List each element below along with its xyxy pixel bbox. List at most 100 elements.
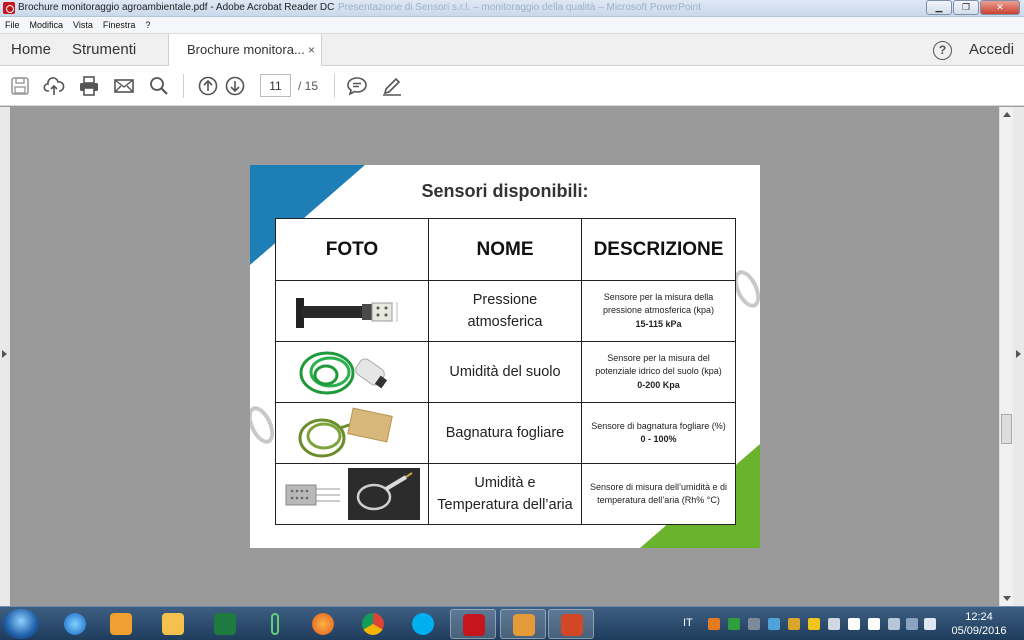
window-controls: ▁ ❐ ✕ [926,0,1020,15]
volume-icon[interactable] [924,618,936,630]
scroll-up-icon[interactable] [1003,112,1011,117]
ie-icon[interactable] [52,609,98,639]
pdf-page: Sensori disponibili: FOTO NOME DESCRIZIO… [250,165,760,548]
toolbar: / 15 [0,66,1024,106]
tray-icon[interactable] [808,618,820,630]
pressure-sensor-photo [282,284,422,338]
background-window-title: Presentazione di Sensori s.r.l. – monito… [338,2,701,13]
right-panel-toggle[interactable] [1013,107,1024,606]
search-icon[interactable] [148,75,170,97]
acrobat-icon[interactable] [450,609,496,639]
chrome-icon[interactable] [350,609,396,639]
acrobat-app-icon [3,2,15,14]
signin-button[interactable]: Accedi [969,34,1014,66]
network-icon[interactable] [888,618,900,630]
column-header-descrizione: DESCRIZIONE [581,218,736,281]
usb-icon[interactable] [252,609,298,639]
sensor-name-cell: Pressione atmosferica [428,280,582,342]
table-row: Umidità del suolo Sensore per la misura … [275,341,736,403]
photo-cell [275,280,429,342]
sensor-description-cell: Sensore di bagnatura fogliare (%) 0 - 10… [581,402,736,464]
page-total: / 15 [298,79,319,93]
arrow-down-icon[interactable] [224,75,246,97]
tab-document[interactable]: Brochure monitora... × [168,34,322,67]
print-icon[interactable] [78,75,100,97]
table-row: Pressione atmosferica Sensore per la mis… [275,280,736,342]
photo-cell [275,341,429,403]
sensor-range: 0-200 Kpa [637,379,680,390]
table-header-row: FOTO NOME DESCRIZIONE [275,218,736,281]
skype-icon[interactable] [400,609,446,639]
tray-icon[interactable] [768,618,780,630]
close-window-button[interactable]: ✕ [980,0,1020,15]
menu-bar: File Modifica Vista Finestra ? [0,17,1024,34]
excel-icon[interactable] [202,609,248,639]
title-bar: Brochure monitoraggio agroambientale.pdf… [0,0,1024,17]
page-heading: Sensori disponibili: [421,181,589,201]
window-title: Brochure monitoraggio agroambientale.pdf… [18,2,335,13]
tab-home[interactable]: Home [11,34,51,66]
left-panel-toggle[interactable] [0,107,10,606]
clock[interactable]: 12:24 05/09/2016 [944,610,1014,638]
photo-cell [275,463,429,525]
sensor-range: 0 - 100% [640,434,677,444]
sensor-name-cell: Umidità e Temperatura dell’aria [428,463,582,525]
tab-strumenti[interactable]: Strumenti [72,34,136,66]
sensor-name-cell: Bagnatura fogliare [428,402,582,464]
sensor-description-cell: Sensore per la misura del potenziale idr… [581,341,736,403]
email-icon[interactable] [113,75,135,97]
taskbar: IT 12:24 05/09/2016 [0,606,1024,640]
paint-icon[interactable] [500,609,546,639]
menu-help[interactable]: ? [145,17,150,33]
menu-file[interactable]: File [5,17,20,33]
toolbar-separator [183,74,184,98]
tray-icon[interactable] [748,618,760,630]
save-icon[interactable] [9,75,31,97]
sensor-range: 15-115 kPa [635,318,682,329]
powerpoint-icon[interactable] [548,609,594,639]
tab-document-label: Brochure monitora... [187,42,305,57]
scroll-thumb[interactable] [1001,414,1012,444]
arrow-up-icon[interactable] [197,75,219,97]
table-row: Umidità e Temperatura dell’aria Sensore … [275,463,736,525]
sensor-description-cell: Sensore di misura dell’umidità e di temp… [581,463,736,525]
pen-icon[interactable] [381,75,403,97]
help-icon[interactable]: ? [933,41,952,60]
air-humidity-temperature-sensor-photo [282,467,422,521]
menu-finestra[interactable]: Finestra [103,17,136,33]
firefox-icon[interactable] [300,609,346,639]
tab-bar: Home Strumenti Brochure monitora... × ? … [0,34,1024,67]
signal-icon[interactable] [848,618,860,630]
language-indicator[interactable]: IT [683,617,693,629]
soil-moisture-sensor-photo [282,345,422,399]
upload-icon[interactable] [43,75,65,97]
sensor-name-cell: Umidità del suolo [428,341,582,403]
page-number-input[interactable] [260,74,291,97]
minimize-button[interactable]: ▁ [926,0,952,15]
display-icon[interactable] [906,618,918,630]
menu-modifica[interactable]: Modifica [30,17,64,33]
restore-button[interactable]: ❐ [953,0,979,15]
comment-icon[interactable] [346,75,368,97]
column-header-foto: FOTO [275,218,429,281]
start-button[interactable] [3,609,39,639]
tray-icon[interactable] [708,618,720,630]
vertical-scrollbar[interactable] [999,107,1013,606]
leaf-wetness-sensor-photo [282,406,422,460]
tray-icon[interactable] [788,618,800,630]
photo-cell [275,402,429,464]
tray-icon[interactable] [828,618,840,630]
clock-date: 05/09/2016 [951,625,1007,637]
toolbar-separator [334,74,335,98]
close-tab-icon[interactable]: × [308,34,315,66]
sensor-description-cell: Sensore per la misura della pressione at… [581,280,736,342]
scroll-down-icon[interactable] [1003,596,1011,601]
column-header-nome: NOME [428,218,582,281]
menu-vista[interactable]: Vista [73,17,93,33]
explorer-icon[interactable] [150,609,196,639]
clock-time: 12:24 [965,611,993,623]
table-row: Bagnatura fogliare Sensore di bagnatura … [275,402,736,464]
flag-icon[interactable] [868,618,880,630]
media-player-icon[interactable] [98,609,144,639]
tray-icon[interactable] [728,618,740,630]
